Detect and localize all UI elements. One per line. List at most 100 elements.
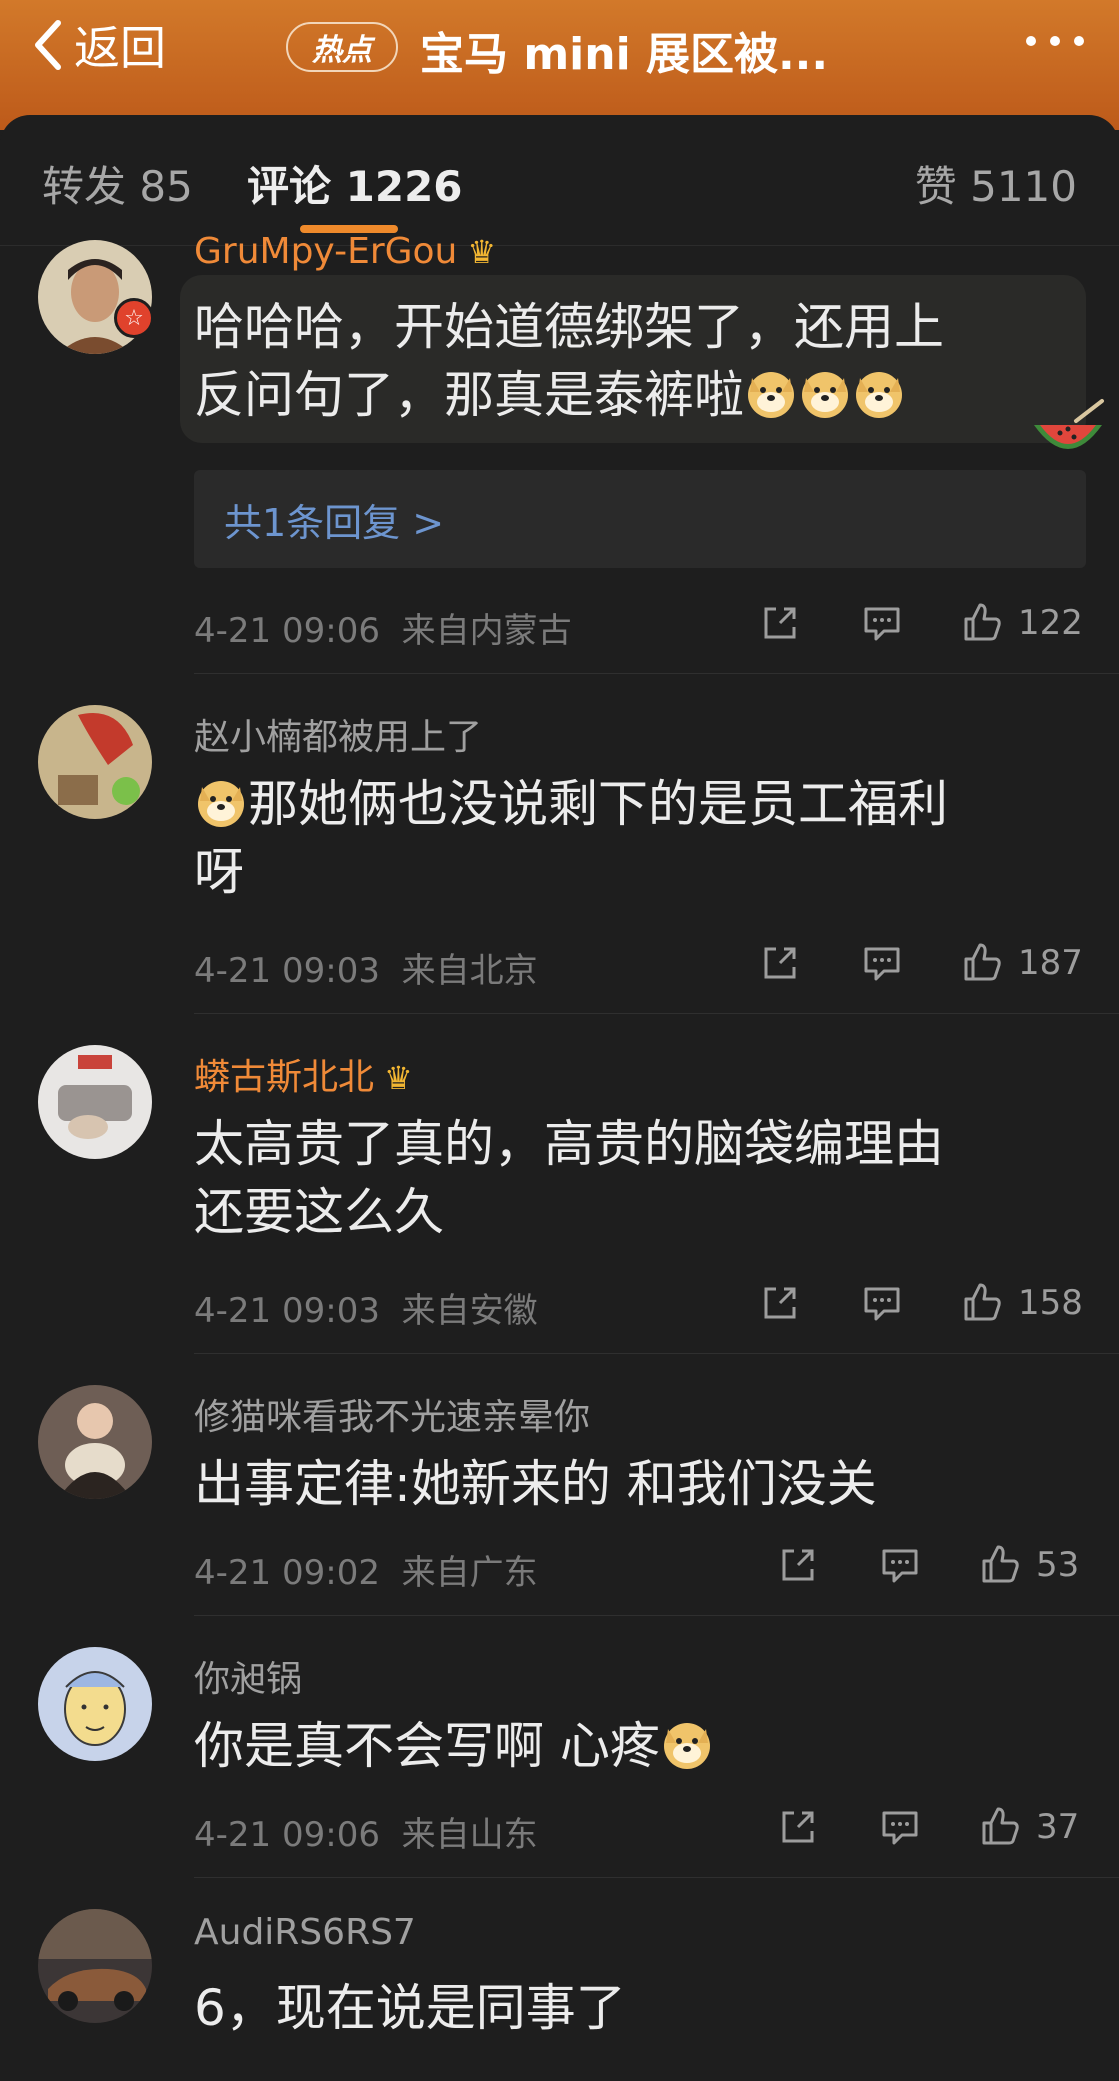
like-count: 122 <box>1018 603 1083 643</box>
share-button[interactable] <box>776 1543 820 1587</box>
comment-time: 4-21 09:03 <box>194 1291 380 1331</box>
avatar[interactable] <box>38 1385 152 1499</box>
comment-line: 你是真不会写啊 心疼 <box>194 1712 1084 1780</box>
comment-text: 你是真不会写啊 心疼 <box>194 1712 1084 1780</box>
back-button[interactable]: 返回 <box>30 15 166 75</box>
comment-line: 那她俩也没说剩下的是员工福利 <box>194 770 1084 838</box>
hot-badge: 热点 <box>286 22 398 72</box>
comments-sheet: 转发 85 评论 1226 赞 5110 ☆ GruMpy-ErGou ♛ 哈哈哈… <box>0 115 1119 2081</box>
chevron-left-icon <box>35 20 61 70</box>
tab-likes[interactable]: 赞 5110 <box>915 153 1077 214</box>
comment-time: 4-21 09:06 <box>194 1815 380 1855</box>
verified-badge-icon: ☆ <box>114 298 154 338</box>
like-button[interactable]: 122 <box>960 601 1083 645</box>
share-button[interactable] <box>776 1805 820 1849</box>
divider <box>194 1353 1119 1354</box>
comment-username[interactable]: GruMpy-ErGou ♛ <box>194 231 496 272</box>
avatar-image <box>38 705 152 819</box>
comment-location: 来自山东 <box>401 1815 538 1855</box>
tab-bar: 转发 85 评论 1226 赞 5110 <box>0 115 1119 246</box>
comment-text: 出事定律:她新来的 和我们没关 <box>194 1450 1084 1518</box>
avatar[interactable] <box>38 1909 152 2023</box>
comment-icon <box>864 607 900 641</box>
share-button[interactable] <box>758 941 802 985</box>
reply-button[interactable] <box>860 941 904 985</box>
comment-meta: 4-21 09:06 来自山东 <box>194 1807 538 1856</box>
thumbs-up-icon <box>982 1545 1019 1583</box>
tab-repost[interactable]: 转发 85 <box>42 153 193 214</box>
crown-icon: ♛ <box>467 233 497 271</box>
comment-icon <box>864 947 900 981</box>
share-button[interactable] <box>758 601 802 645</box>
share-icon <box>764 1287 796 1319</box>
watermelon-sticker-icon <box>1034 399 1104 449</box>
comment-line: 还要这么久 <box>194 1183 444 1241</box>
like-count: 53 <box>1036 1545 1080 1585</box>
divider <box>194 1877 1119 1878</box>
comment-icon <box>882 1549 918 1583</box>
share-icon <box>782 1811 814 1843</box>
comment-location: 来自安徽 <box>401 1291 538 1331</box>
like-count: 37 <box>1036 1807 1080 1847</box>
share-button[interactable] <box>758 1281 802 1325</box>
view-replies-button[interactable]: 共1条回复 > <box>194 470 1086 568</box>
comment-meta: 4-21 09:03 来自北京 <box>194 943 538 992</box>
comment-text: 哈哈哈，开始道德绑架了，还用上 反问句了，那真是泰裤啦 <box>194 293 1084 429</box>
more-options-button[interactable] <box>1026 36 1084 46</box>
more-dot-icon <box>1074 36 1084 46</box>
comment-meta: 4-21 09:02 来自广东 <box>194 1545 538 1594</box>
share-icon <box>782 1549 814 1581</box>
comment-meta: 4-21 09:03 来自安徽 <box>194 1283 538 1332</box>
reply-button[interactable] <box>878 1543 922 1587</box>
thumbs-up-icon <box>964 943 1001 981</box>
doge-emoji-icon <box>798 366 852 420</box>
thumbs-up-icon <box>982 1807 1019 1845</box>
avatar[interactable] <box>38 705 152 819</box>
avatar-image <box>38 1909 152 2023</box>
crown-icon: ♛ <box>384 1059 413 1097</box>
reply-button[interactable] <box>860 601 904 645</box>
doge-emoji-icon <box>660 1717 714 1771</box>
like-button[interactable]: 158 <box>960 1281 1083 1325</box>
comment-meta: 4-21 09:06 来自内蒙古 <box>194 603 572 652</box>
thumbs-up-icon <box>964 1283 1001 1321</box>
comment-location: 来自广东 <box>401 1553 538 1593</box>
like-count: 187 <box>1018 943 1083 983</box>
avatar-image <box>38 1647 152 1761</box>
comment-line: 太高贵了真的，高贵的脑袋编理由 <box>194 1115 944 1173</box>
thumbs-up-icon <box>964 603 1001 641</box>
like-button[interactable]: 187 <box>960 941 1083 985</box>
reply-button[interactable] <box>878 1805 922 1849</box>
reply-button[interactable] <box>860 1281 904 1325</box>
comment-line: 呀 <box>194 843 244 901</box>
like-button[interactable]: 53 <box>978 1543 1079 1587</box>
avatar[interactable] <box>38 1045 152 1159</box>
like-count: 158 <box>1018 1283 1083 1323</box>
doge-emoji-icon <box>852 366 906 420</box>
avatar[interactable] <box>38 1647 152 1761</box>
divider <box>194 1615 1119 1616</box>
avatar-image <box>38 1045 152 1159</box>
doge-emoji-icon <box>194 775 248 829</box>
divider <box>194 1013 1119 1014</box>
comment-text: 6，现在说是同事了 <box>194 1974 1084 2042</box>
comment-username[interactable]: 你昶锅 <box>194 1650 302 1702</box>
avatar-image <box>38 1385 152 1499</box>
comment-username[interactable]: AudiRS6RS7 <box>194 1912 416 1953</box>
like-button[interactable]: 37 <box>978 1805 1079 1849</box>
comment-location: 来自北京 <box>401 951 538 991</box>
comment-time: 4-21 09:02 <box>194 1553 380 1593</box>
comment-line: 出事定律:她新来的 和我们没关 <box>194 1455 877 1513</box>
comment-time: 4-21 09:06 <box>194 611 380 651</box>
tab-comments[interactable]: 评论 1226 <box>247 153 463 214</box>
divider <box>194 673 1119 674</box>
share-icon <box>764 607 796 639</box>
comment-username[interactable]: 修猫咪看我不光速亲晕你 <box>194 1388 590 1440</box>
comment-username[interactable]: 蟒古斯北北 ♛ <box>194 1048 413 1100</box>
comment-username[interactable]: 赵小楠都被用上了 <box>194 708 482 760</box>
top-bar: 返回 热点 宝马 mini 展区被... <box>0 0 1119 130</box>
comment-icon <box>882 1811 918 1845</box>
page-title: 宝马 mini 展区被... <box>420 29 829 80</box>
comment-line: 6，现在说是同事了 <box>194 1979 626 2037</box>
back-label: 返回 <box>74 21 166 75</box>
